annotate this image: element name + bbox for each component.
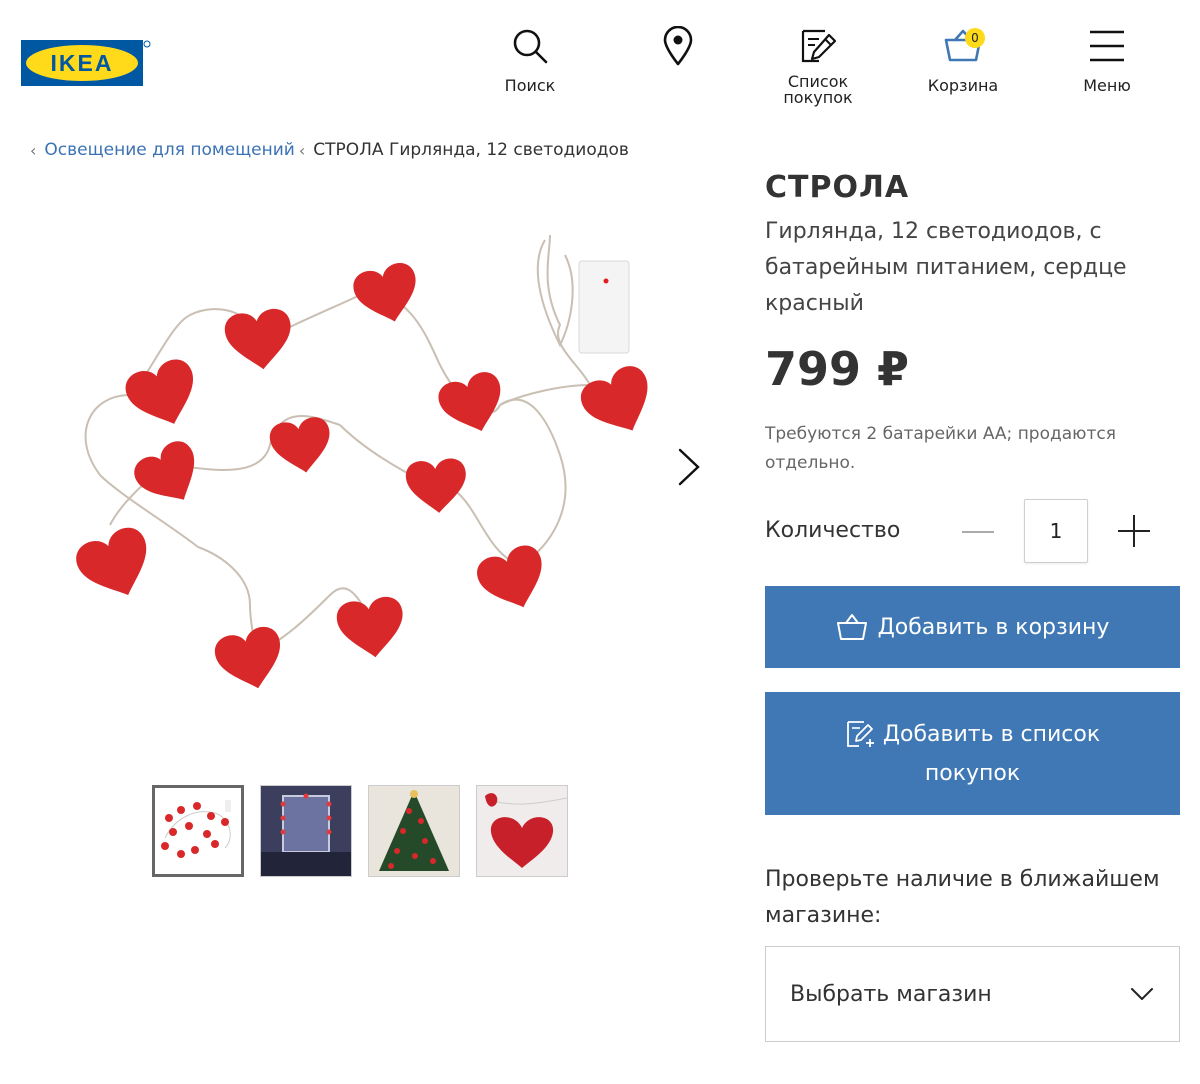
chevron-left-icon: ‹ [298,140,306,160]
thumbnail-strip [152,785,568,877]
product-price: 799 ₽ [765,342,910,396]
nav-cart[interactable]: 0 Корзина [903,26,1023,94]
thumbnail-heart-closeup[interactable] [476,785,568,877]
nav-menu-label: Меню [1083,76,1131,95]
nav-search[interactable]: Поиск [470,26,590,94]
store-select-label: Выбрать магазин [790,981,992,1007]
quantity-label: Количество [765,518,901,543]
hamburger-menu-icon [1087,26,1127,66]
battery-note: Требуются 2 батарейки AA; продаются отде… [765,424,1116,473]
cart-count-badge: 0 [965,28,985,48]
search-icon [510,26,550,66]
chevron-down-icon [1129,986,1155,1002]
ikea-logo[interactable]: IKEA [21,40,151,86]
chevron-right-icon[interactable] [668,442,708,492]
quantity-input[interactable] [1024,499,1088,563]
thumbnail-christmas-tree[interactable] [368,785,460,877]
add-to-list-button[interactable]: Добавить в список покупок [765,692,1180,815]
shopping-list-add-icon [845,719,875,749]
add-to-cart-label: Добавить в корзину [877,614,1110,640]
basket-icon [836,613,868,641]
logo-text: IKEA [51,50,114,76]
nav-stores[interactable] [618,26,738,66]
thumbnail-product[interactable] [152,785,244,877]
thumbnail-mirror-room[interactable] [260,785,352,877]
cart-basket-icon: 0 [943,26,985,66]
shopping-list-icon [798,26,838,66]
quantity-decrease-button[interactable] [956,512,1000,552]
nav-search-label: Поиск [504,76,556,95]
location-pin-icon [658,26,698,66]
nav-menu[interactable]: Меню [1047,26,1167,94]
breadcrumb-current: СТРОЛА Гирлянда, 12 светодиодов [313,140,629,160]
quantity-increase-button[interactable] [1112,509,1156,553]
product-name: СТРОЛА [765,170,910,205]
chevron-left-icon: ‹ [30,140,37,160]
store-select-dropdown[interactable]: Выбрать магазин [765,946,1180,1042]
product-description: Гирлянда, 12 светодиодов, с батарейным п… [765,219,1127,316]
stock-check-text: Проверьте наличие в ближайшем магазине: [765,867,1160,928]
nav-cart-label: Корзина [927,76,999,95]
add-to-list-label-2: покупок [924,760,1021,786]
add-to-list-label-1: Добавить в список [882,721,1101,747]
product-main-image[interactable] [60,225,664,715]
nav-shopping-list-label-2: покупок [783,88,853,107]
breadcrumb-parent-link[interactable]: Освещение для помещений [44,140,294,160]
breadcrumb: ‹ Освещение для помещений ‹ СТРОЛА Гирля… [30,140,629,160]
nav-shopping-list[interactable]: Список покупок [758,26,878,106]
add-to-cart-button[interactable]: Добавить в корзину [765,586,1180,668]
